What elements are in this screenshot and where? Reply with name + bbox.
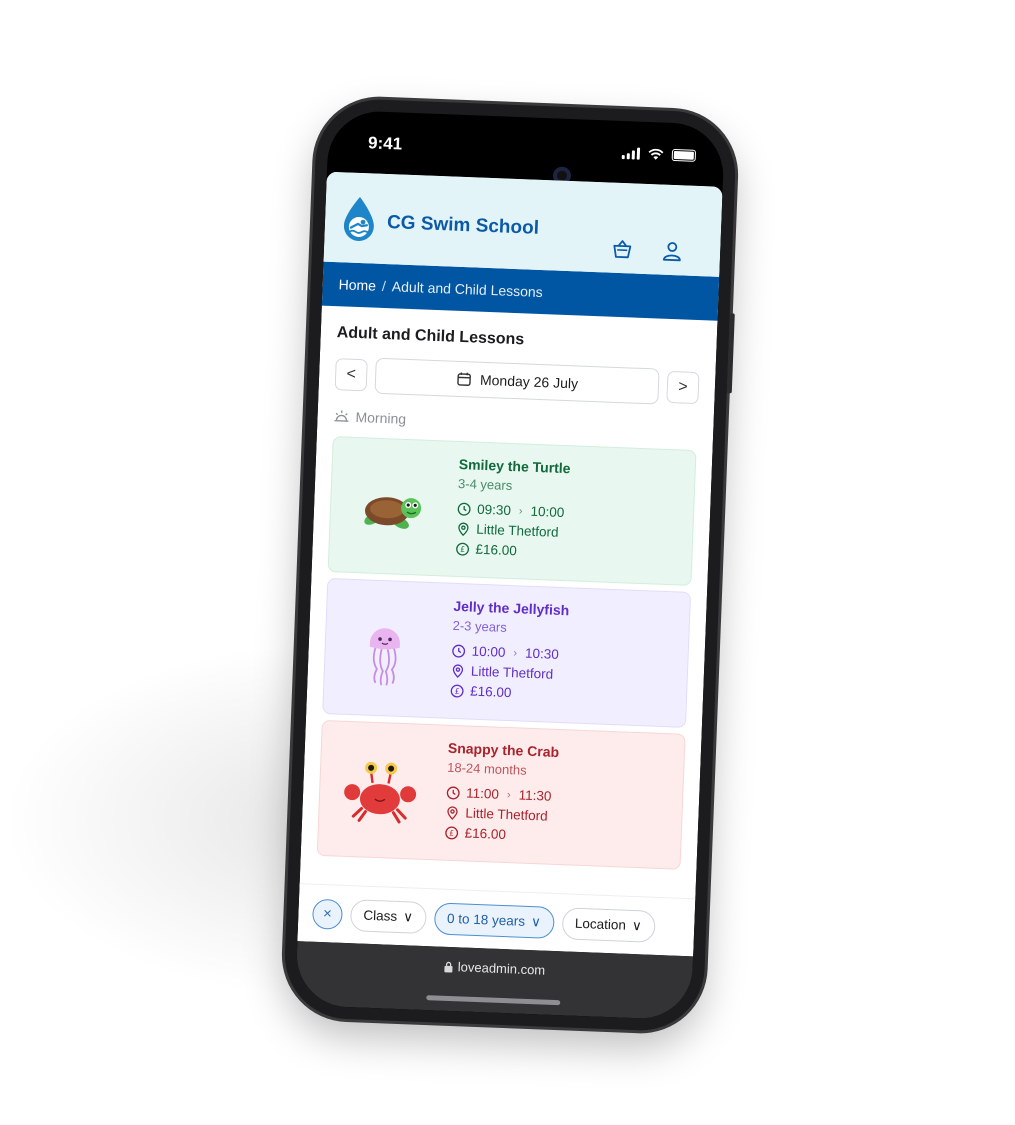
- lesson-card[interactable]: Jelly the Jellyfish 2-3 years 10:00 › 10…: [322, 577, 692, 728]
- selected-date: Monday 26 July: [479, 371, 579, 392]
- clock-icon: [452, 644, 466, 658]
- location-filter-chip[interactable]: Location ∨: [561, 906, 656, 943]
- location-filter-label: Location: [574, 915, 627, 933]
- pound-coin-icon: £: [450, 684, 464, 698]
- time-arrow: ›: [513, 646, 518, 659]
- start-time: 10:00: [471, 643, 506, 660]
- start-time: 09:30: [476, 501, 512, 518]
- lesson-age: 3-4 years: [457, 475, 513, 494]
- main-content: Adult and Child Lessons < Monday 26 July…: [301, 306, 718, 871]
- time-arrow: ›: [506, 788, 511, 801]
- clear-filters-button[interactable]: ×: [311, 898, 344, 930]
- location-pin-icon: [458, 522, 469, 536]
- start-time: 11:00: [465, 785, 500, 802]
- lesson-name: Snappy the Crab: [447, 739, 560, 761]
- class-filter-label: Class: [363, 907, 398, 924]
- age-filter-chip[interactable]: 0 to 18 years ∨: [433, 901, 555, 939]
- basket-icon[interactable]: [610, 237, 635, 262]
- lesson-name: Jelly the Jellyfish: [453, 597, 570, 619]
- page-title: Adult and Child Lessons: [336, 324, 525, 349]
- lesson-name: Smiley the Turtle: [458, 455, 571, 477]
- app-viewport: CG Swim School Home / Adult and Child Le…: [297, 171, 723, 957]
- time-of-day-section: Morning: [333, 408, 697, 438]
- lesson-price: £ £16.00: [455, 541, 567, 560]
- lesson-time: 09:30 › 10:00: [457, 501, 569, 520]
- price-value: £16.00: [475, 541, 518, 559]
- phone-screen: 9:41 CG Swim School Home / Adult and Chi…: [294, 109, 726, 1021]
- turtle-icon: [364, 497, 422, 529]
- browser-url: loveadmin.com: [457, 959, 546, 978]
- date-navigator: < Monday 26 July >: [334, 356, 700, 406]
- phone-mockup: 9:41 CG Swim School Home / Adult and Chi…: [282, 97, 738, 1033]
- wifi-icon: [648, 148, 664, 160]
- end-time: 11:30: [518, 787, 552, 804]
- lesson-age: 18-24 months: [446, 759, 527, 778]
- date-picker-button[interactable]: Monday 26 July: [374, 357, 660, 405]
- next-day-button[interactable]: >: [666, 370, 700, 405]
- location-name: Little Thetford: [470, 663, 554, 682]
- time-arrow: ›: [518, 504, 523, 517]
- breadcrumb-separator: /: [381, 277, 387, 295]
- clock-icon: [446, 786, 460, 799]
- price-value: £16.00: [469, 683, 512, 701]
- user-account-icon[interactable]: [660, 239, 685, 264]
- section-label: Morning: [355, 408, 407, 427]
- chevron-down-icon: ∨: [631, 917, 643, 933]
- lesson-location: Little Thetford: [456, 521, 568, 540]
- calendar-icon: [457, 372, 471, 386]
- lesson-price: £ £16.00: [450, 683, 566, 702]
- svg-text:£: £: [449, 828, 454, 837]
- pound-coin-icon: £: [456, 542, 470, 556]
- end-time: 10:30: [524, 645, 560, 662]
- lock-icon: [444, 961, 453, 973]
- svg-text:£: £: [455, 686, 460, 695]
- breadcrumb-home-link[interactable]: Home: [338, 276, 376, 293]
- age-filter-label: 0 to 18 years: [446, 910, 526, 929]
- battery-icon: [671, 148, 697, 162]
- lesson-card[interactable]: Smiley the Turtle 3-4 years 09:30 › 10:0…: [327, 436, 697, 586]
- lesson-card[interactable]: Snappy the Crab 18-24 months 11:00 › 11:…: [316, 719, 686, 870]
- lesson-age: 2-3 years: [452, 617, 508, 635]
- lesson-info: Snappy the Crab 18-24 months 11:00 › 11:…: [444, 740, 559, 849]
- lesson-price: £ £16.00: [444, 825, 556, 844]
- lesson-time: 10:00 › 10:30: [451, 643, 567, 662]
- jellyfish-icon: [369, 628, 400, 686]
- lesson-time: 11:00 › 11:30: [446, 785, 558, 804]
- chevron-down-icon: ∨: [530, 913, 542, 929]
- lesson-info: Jelly the Jellyfish 2-3 years 10:00 › 10…: [450, 598, 570, 707]
- price-value: £16.00: [464, 825, 507, 843]
- sunrise-icon: [334, 410, 349, 422]
- crab-icon: [344, 761, 417, 824]
- status-icons: [621, 147, 697, 162]
- clock-icon: [457, 502, 471, 516]
- brand-name[interactable]: CG Swim School: [387, 212, 540, 240]
- pound-coin-icon: £: [445, 826, 459, 839]
- lesson-location: Little Thetford: [445, 805, 557, 824]
- chevron-down-icon: ∨: [402, 908, 414, 925]
- lesson-info: Smiley the Turtle 3-4 years 09:30 › 10:0…: [455, 456, 571, 565]
- svg-text:£: £: [460, 544, 465, 553]
- location-name: Little Thetford: [476, 521, 559, 540]
- cellular-signal-icon: [621, 147, 641, 160]
- site-header: CG Swim School: [323, 171, 723, 277]
- status-time: 9:41: [367, 133, 403, 154]
- swim-school-logo[interactable]: [340, 194, 378, 243]
- breadcrumb-current: Adult and Child Lessons: [391, 278, 544, 301]
- location-pin-icon: [452, 663, 464, 678]
- lesson-location: Little Thetford: [451, 663, 567, 682]
- location-name: Little Thetford: [465, 805, 548, 824]
- location-pin-icon: [447, 805, 458, 820]
- previous-day-button[interactable]: <: [334, 358, 368, 392]
- class-filter-chip[interactable]: Class ∨: [349, 898, 427, 934]
- end-time: 10:00: [530, 503, 565, 521]
